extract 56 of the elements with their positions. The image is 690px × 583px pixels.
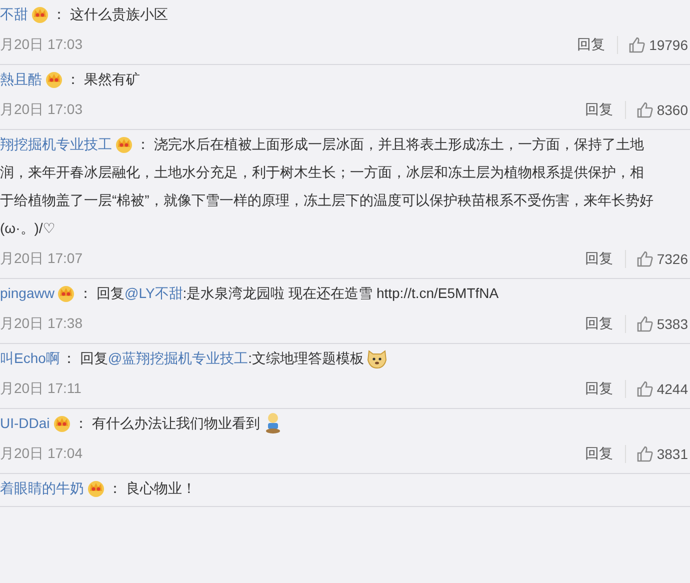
comment-time: 月20日 17:11 <box>0 380 82 398</box>
reply-link[interactable]: 回复 <box>584 380 626 398</box>
reply-link[interactable]: 回复 <box>584 315 626 333</box>
like-button[interactable]: 8360 <box>636 101 690 119</box>
separator: ： <box>78 284 92 303</box>
comment-text: 有什么办法让我们物业看到 <box>92 414 260 433</box>
comment-text: 良心物业！ <box>126 479 196 498</box>
separator: ： <box>74 414 88 433</box>
user-name[interactable]: 着眼睛的牛奶 <box>0 474 84 502</box>
comment-text: 浇完水后在植被上面形成一层冰面，并且将表土形成冻土，一方面，保持了土地 <box>154 135 644 154</box>
thumbs-up-icon <box>636 315 654 333</box>
like-button[interactable]: 19796 <box>628 36 690 54</box>
like-count: 3831 <box>656 446 688 462</box>
separator: ： <box>52 5 66 24</box>
reply-link[interactable]: 回复 <box>584 250 626 268</box>
like-button[interactable]: 3831 <box>636 445 690 463</box>
thumbs-up-icon <box>636 101 654 119</box>
separator: ： <box>108 479 122 498</box>
comment-time: 月20日 17:38 <box>0 315 84 333</box>
reply-link[interactable]: 回复 <box>577 36 618 54</box>
thumbs-up-icon <box>636 250 654 268</box>
like-count: 8360 <box>656 102 688 118</box>
comment-time: 月20日 17:04 <box>0 445 84 463</box>
like-button[interactable]: 7326 <box>636 250 690 268</box>
thumbs-up-icon <box>636 445 654 463</box>
like-count: 5383 <box>656 316 688 332</box>
reply-link[interactable]: 回复 <box>584 445 626 463</box>
separator: ： <box>62 349 76 368</box>
comment-text: 果然有矿 <box>84 70 140 89</box>
comment-text: 于给植物盖了一层“棉被”，就像下雪一样的原理，冻土层下的温度可以保护秧苗根系不受伤害，来年长势好 <box>0 191 654 210</box>
user-name[interactable]: pingaww <box>0 279 54 307</box>
separator: ： <box>66 70 80 89</box>
comment-time: 月20日 17:03 <box>0 101 84 119</box>
like-count: 19796 <box>649 37 688 53</box>
user-name[interactable]: UI-DDai <box>0 409 50 437</box>
comment-time: 月20日 17:07 <box>0 250 84 268</box>
like-count: 4244 <box>656 381 688 397</box>
thumbs-up-icon <box>628 36 646 54</box>
comment-text: (ω·。)/♡ <box>0 219 56 238</box>
comment-time: 月20日 17:03 <box>0 36 84 54</box>
mention-link[interactable]: @LY不甜 <box>124 285 183 301</box>
like-button[interactable]: 5383 <box>636 315 690 333</box>
like-button[interactable]: 4244 <box>636 380 690 398</box>
user-name[interactable]: 不甜 <box>0 0 28 28</box>
separator: ： <box>136 135 150 154</box>
like-count: 7326 <box>656 251 688 267</box>
user-name[interactable]: 熱且酷 <box>0 65 42 93</box>
comment-text: 回复@LY不甜:是水泉湾龙园啦 现在还在造雪 http://t.cn/E5MTfNA <box>96 284 499 303</box>
user-name[interactable]: 翔挖掘机专业技工 <box>0 130 112 158</box>
comment-text: 润，来年开春冰层融化，土地水分充足，利于树木生长；一方面，冰层和冻土层为植物根系提供保护，相 <box>0 163 644 182</box>
reply-link[interactable]: 回复 <box>584 101 626 119</box>
user-name[interactable]: 叫Echo啊 <box>0 344 60 372</box>
comment-text: 这什么贵族小区 <box>70 5 168 24</box>
comment-text: 回复@蓝翔挖掘机专业技工:文综地理答题模板 <box>80 349 364 368</box>
thumbs-up-icon <box>636 380 654 398</box>
mention-link[interactable]: @蓝翔挖掘机专业技工 <box>108 350 248 366</box>
